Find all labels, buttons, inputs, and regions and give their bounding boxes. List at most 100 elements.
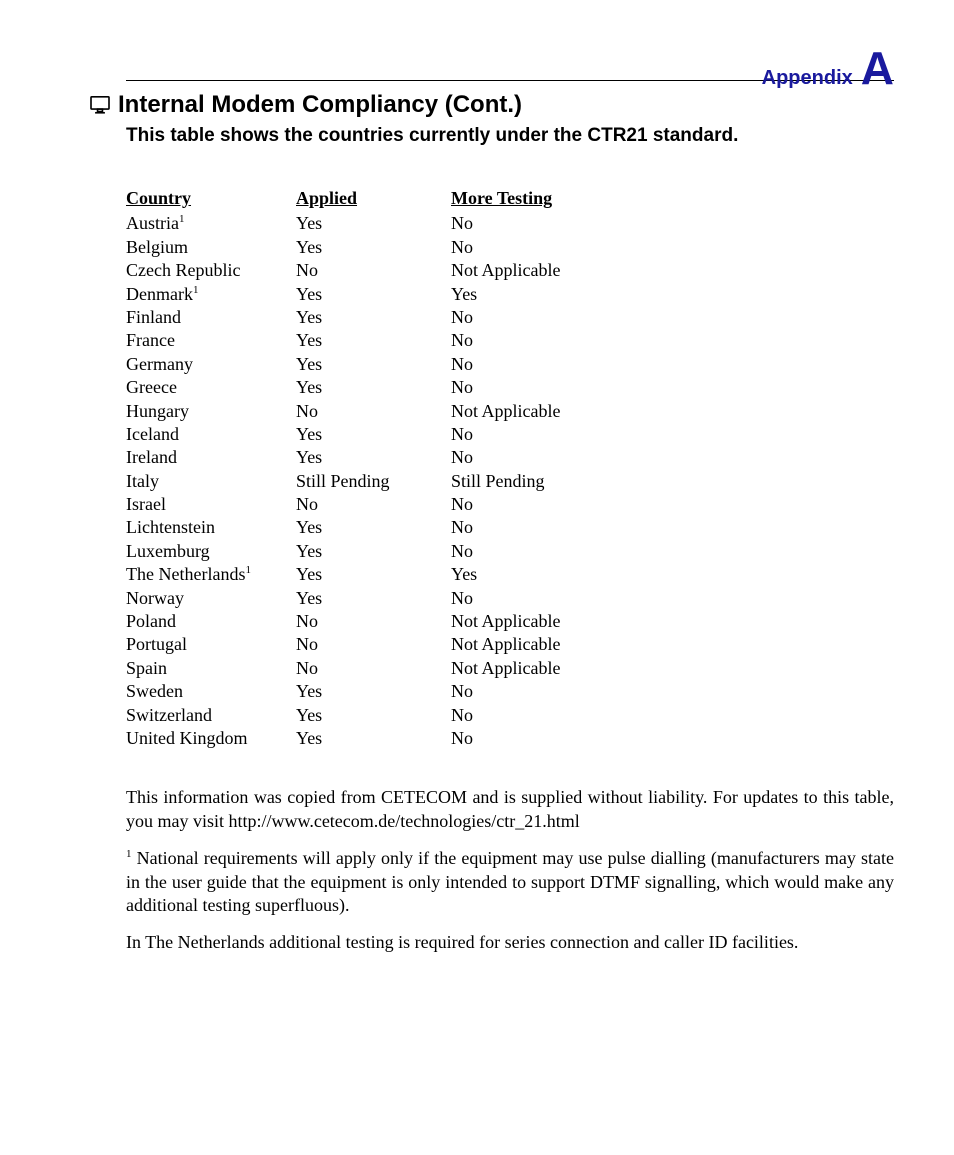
table-row: LichtensteinYesNo [126, 516, 894, 539]
table-row: SpainNoNot Applicable [126, 657, 894, 680]
table-row: Austria1YesNo [126, 212, 894, 235]
appendix-label: Appendix [762, 67, 853, 90]
cell-country: Czech Republic [126, 259, 296, 282]
cell-more-testing: Not Applicable [451, 657, 560, 680]
table-row: GreeceYesNo [126, 376, 894, 399]
cell-more-testing: No [451, 516, 473, 539]
cell-applied: Yes [296, 446, 451, 469]
cell-more-testing: No [451, 423, 473, 446]
title-row: Internal Modem Compliancy (Cont.) [90, 91, 894, 119]
cell-applied: No [296, 633, 451, 656]
cell-more-testing: No [451, 212, 473, 235]
cell-applied: Yes [296, 727, 451, 750]
table-row: SwitzerlandYesNo [126, 704, 894, 727]
cell-more-testing: No [451, 704, 473, 727]
cell-country: The Netherlands1 [126, 563, 296, 586]
cell-country: Switzerland [126, 704, 296, 727]
cell-more-testing: No [451, 306, 473, 329]
table-row: PortugalNoNot Applicable [126, 633, 894, 656]
cell-country: Norway [126, 587, 296, 610]
table-row: LuxemburgYesNo [126, 540, 894, 563]
cell-more-testing: Yes [451, 563, 477, 586]
cell-more-testing: No [451, 353, 473, 376]
table-row: PolandNoNot Applicable [126, 610, 894, 633]
cell-applied: Yes [296, 704, 451, 727]
table-row: BelgiumYesNo [126, 236, 894, 259]
cell-more-testing: No [451, 680, 473, 703]
cell-more-testing: Not Applicable [451, 400, 560, 423]
table-row: SwedenYesNo [126, 680, 894, 703]
table-row: Czech RepublicNoNot Applicable [126, 259, 894, 282]
appendix-header: Appendix A [762, 45, 894, 91]
cell-country: United Kingdom [126, 727, 296, 750]
cell-more-testing: No [451, 587, 473, 610]
cell-applied: Yes [296, 212, 451, 235]
table-row: The Netherlands1YesYes [126, 563, 894, 586]
cell-more-testing: No [451, 329, 473, 352]
cell-country: Italy [126, 470, 296, 493]
cell-country: France [126, 329, 296, 352]
footnote-ref: 1 [193, 284, 199, 296]
page: Appendix A Internal Modem Compliancy (Co… [0, 0, 954, 995]
cell-country: Sweden [126, 680, 296, 703]
cell-more-testing: No [451, 540, 473, 563]
cell-applied: Yes [296, 329, 451, 352]
cell-applied: Yes [296, 516, 451, 539]
cell-applied: Yes [296, 306, 451, 329]
table-body: Austria1YesNoBelgiumYesNoCzech RepublicN… [126, 212, 894, 750]
header-rule: Appendix A [126, 80, 894, 81]
cell-applied: Yes [296, 283, 451, 306]
page-subtitle: This table shows the countries currently… [126, 125, 894, 147]
cell-more-testing: No [451, 493, 473, 516]
table-row: ItalyStill PendingStill Pending [126, 470, 894, 493]
cell-more-testing: No [451, 446, 473, 469]
footnote-text: National requirements will apply only if… [126, 848, 894, 915]
cell-applied: Yes [296, 236, 451, 259]
cell-country: Austria1 [126, 212, 296, 235]
header-more-testing: More Testing [451, 187, 552, 210]
cell-applied: Yes [296, 563, 451, 586]
paragraph-footnote: 1 National requirements will apply only … [126, 847, 894, 917]
cell-country: Denmark1 [126, 283, 296, 306]
cell-more-testing: Not Applicable [451, 610, 560, 633]
cell-applied: Yes [296, 353, 451, 376]
cell-applied: Yes [296, 540, 451, 563]
cell-applied: Still Pending [296, 470, 451, 493]
cell-more-testing: Not Applicable [451, 259, 560, 282]
table-row: FranceYesNo [126, 329, 894, 352]
monitor-icon [90, 96, 110, 114]
page-title: Internal Modem Compliancy (Cont.) [118, 91, 522, 119]
cell-applied: Yes [296, 423, 451, 446]
table-row: IcelandYesNo [126, 423, 894, 446]
cell-applied: Yes [296, 376, 451, 399]
cell-country: Germany [126, 353, 296, 376]
cell-applied: No [296, 610, 451, 633]
cell-country: Belgium [126, 236, 296, 259]
compliancy-table: Country Applied More Testing Austria1Yes… [126, 187, 894, 750]
cell-applied: No [296, 657, 451, 680]
table-row: Denmark1YesYes [126, 283, 894, 306]
cell-applied: No [296, 493, 451, 516]
cell-country: Greece [126, 376, 296, 399]
cell-more-testing: No [451, 236, 473, 259]
cell-country: Luxemburg [126, 540, 296, 563]
cell-country: Iceland [126, 423, 296, 446]
cell-country: Israel [126, 493, 296, 516]
footnote-ref: 1 [179, 213, 185, 225]
cell-more-testing: No [451, 727, 473, 750]
cell-applied: No [296, 400, 451, 423]
cell-country: Spain [126, 657, 296, 680]
table-row: HungaryNoNot Applicable [126, 400, 894, 423]
cell-country: Lichtenstein [126, 516, 296, 539]
appendix-letter: A [861, 45, 894, 91]
header-country: Country [126, 187, 296, 210]
footnote-ref: 1 [245, 564, 251, 576]
cell-more-testing: No [451, 376, 473, 399]
table-header-row: Country Applied More Testing [126, 187, 894, 210]
cell-applied: Yes [296, 587, 451, 610]
cell-more-testing: Not Applicable [451, 633, 560, 656]
cell-applied: No [296, 259, 451, 282]
paragraph-netherlands: In The Netherlands additional testing is… [126, 931, 894, 954]
cell-applied: Yes [296, 680, 451, 703]
table-row: United KingdomYesNo [126, 727, 894, 750]
